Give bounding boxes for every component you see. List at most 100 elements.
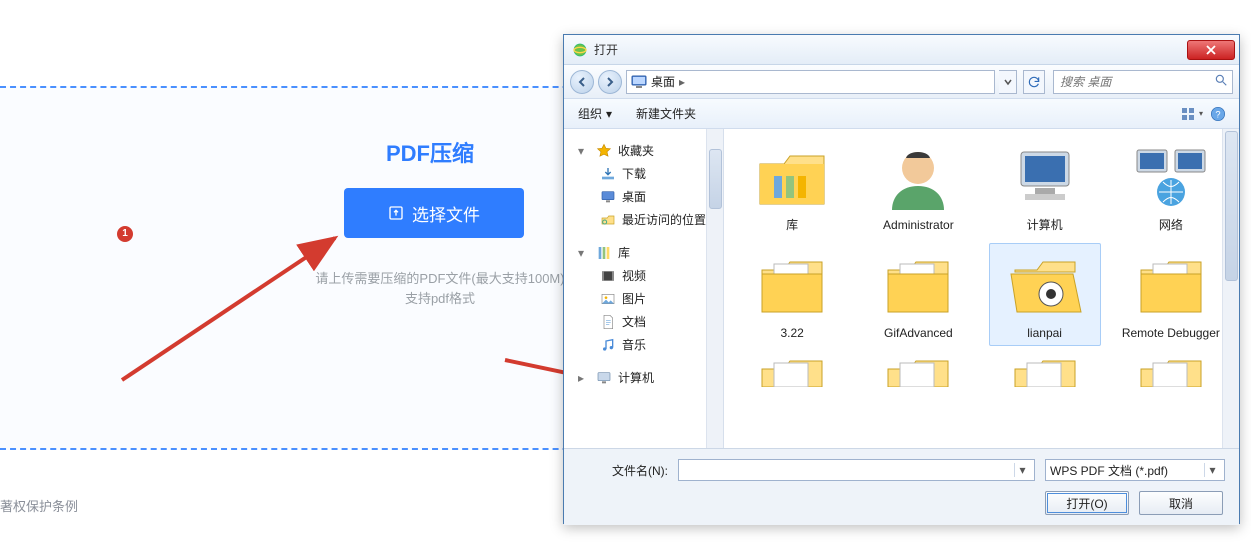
tree-group-computer[interactable]: ▸ 计算机 [564, 366, 723, 389]
file-label: 库 [739, 218, 845, 232]
nav-back-button[interactable] [570, 70, 594, 94]
dialog-toolbar: 组织 ▾ 新建文件夹 ▾ ? [564, 99, 1239, 129]
open-button[interactable]: 打开(O) [1045, 491, 1129, 515]
document-icon [600, 314, 616, 330]
chevron-down-icon: ▾ [606, 107, 612, 121]
folder-peek-icon [751, 357, 833, 387]
expand-icon: ▸ [578, 371, 588, 385]
nav-tree: ▾ 收藏夹 下载桌面最近访问的位置 ▾ 库 视频图片文档音乐 [564, 129, 724, 448]
new-folder-button[interactable]: 新建文件夹 [630, 103, 702, 124]
choose-file-button[interactable]: 选择文件 [344, 188, 524, 238]
folder-open-icon [1004, 248, 1086, 322]
folder-icon [751, 248, 833, 322]
tree-item-label: 音乐 [622, 336, 646, 353]
search-icon [1214, 73, 1228, 90]
tree-item-label: 下载 [622, 165, 646, 182]
file-item[interactable] [862, 352, 974, 396]
tree-item[interactable]: 视频 [564, 264, 723, 287]
dialog-title: 打开 [594, 41, 1187, 58]
recent-icon [600, 212, 616, 228]
desktop-icon [631, 75, 647, 89]
tree-item-label: 最近访问的位置 [622, 211, 706, 228]
user-icon [877, 140, 959, 214]
breadcrumb-location: 桌面 [651, 73, 675, 90]
organize-menu[interactable]: 组织 ▾ [572, 103, 618, 124]
file-item[interactable]: 库 [736, 135, 848, 237]
file-item[interactable]: Administrator [862, 135, 974, 237]
nav-forward-button[interactable] [598, 70, 622, 94]
chevron-down-icon[interactable]: ▾ [1014, 463, 1030, 477]
chevron-down-icon[interactable]: ▾ [1204, 463, 1220, 477]
ie-icon [572, 42, 588, 58]
file-label: Administrator [865, 218, 971, 232]
file-item[interactable]: lianpai [989, 243, 1101, 345]
chevron-right-icon: ▸ [679, 75, 685, 89]
desktop-icon [600, 189, 616, 205]
collapse-icon: ▾ [578, 144, 588, 158]
file-item[interactable]: 3.22 [736, 243, 848, 345]
network-icon [1130, 140, 1212, 214]
tree-item-label: 视频 [622, 267, 646, 284]
tree-item[interactable]: 桌面 [564, 185, 723, 208]
tree-group-library[interactable]: ▾ 库 [564, 241, 723, 264]
library-icon [751, 140, 833, 214]
filename-combobox[interactable]: ▾ [678, 459, 1035, 481]
search-box[interactable] [1053, 70, 1233, 94]
file-label: GifAdvanced [865, 326, 971, 340]
tree-item[interactable]: 文档 [564, 310, 723, 333]
dialog-body: ▾ 收藏夹 下载桌面最近访问的位置 ▾ 库 视频图片文档音乐 [564, 129, 1239, 449]
tree-group-favorites[interactable]: ▾ 收藏夹 [564, 139, 723, 162]
help-button[interactable]: ? [1205, 103, 1231, 125]
folder-icon [877, 248, 959, 322]
collapse-icon: ▾ [578, 246, 588, 260]
folder-peek-icon [877, 357, 959, 387]
file-label: 计算机 [992, 218, 1098, 232]
close-button[interactable] [1187, 40, 1235, 60]
tree-item[interactable]: 音乐 [564, 333, 723, 356]
tree-item[interactable]: 最近访问的位置 [564, 208, 723, 231]
file-item[interactable] [1115, 352, 1227, 396]
file-label: Remote Debugger [1118, 326, 1224, 340]
computer-icon [1004, 140, 1086, 214]
tree-item-label: 图片 [622, 290, 646, 307]
dialog-navbar: 桌面 ▸ [564, 65, 1239, 99]
view-mode-button[interactable]: ▾ [1179, 103, 1205, 125]
tree-scrollbar[interactable] [706, 129, 723, 448]
dialog-bottom: 文件名(N): ▾ WPS PDF 文档 (*.pdf) ▾ 打开(O) 取消 [564, 449, 1239, 525]
file-open-dialog: 打开 桌面 ▸ [563, 34, 1240, 524]
hint-text-1: 请上传需要压缩的PDF文件(最大支持100M) [290, 268, 590, 287]
tree-item-label: 文档 [622, 313, 646, 330]
file-scrollbar[interactable] [1222, 129, 1239, 448]
search-input[interactable] [1058, 74, 1214, 90]
folder-peek-icon [1130, 357, 1212, 387]
file-item[interactable]: 网络 [1115, 135, 1227, 237]
tree-item[interactable]: 图片 [564, 287, 723, 310]
file-item[interactable] [736, 352, 848, 396]
folder-peek-icon [1004, 357, 1086, 387]
filename-label: 文件名(N): [578, 462, 668, 479]
music-icon [600, 337, 616, 353]
refresh-button[interactable] [1023, 70, 1045, 94]
dialog-titlebar[interactable]: 打开 [564, 35, 1239, 65]
file-pane[interactable]: 库 Administrator 计算机 网络 3.22 GifAdvanced lianpa… [724, 129, 1239, 448]
filetype-combobox[interactable]: WPS PDF 文档 (*.pdf) ▾ [1045, 459, 1225, 481]
file-item[interactable]: GifAdvanced [862, 243, 974, 345]
choose-file-label: 选择文件 [412, 201, 480, 226]
file-label: lianpai [992, 326, 1098, 340]
breadcrumb[interactable]: 桌面 ▸ [626, 70, 995, 94]
file-label: 3.22 [739, 326, 845, 340]
file-item[interactable]: 计算机 [989, 135, 1101, 237]
folder-icon [1130, 248, 1212, 322]
video-icon [600, 268, 616, 284]
copyright-text: 著权保护条例 [0, 496, 78, 515]
cancel-button[interactable]: 取消 [1139, 491, 1223, 515]
annotation-badge-1: 1 [117, 226, 133, 242]
hint-text-2: 支持pdf格式 [290, 288, 590, 307]
file-item[interactable] [989, 352, 1101, 396]
tree-item[interactable]: 下载 [564, 162, 723, 185]
breadcrumb-dropdown[interactable] [999, 70, 1017, 94]
tree-item-label: 桌面 [622, 188, 646, 205]
page-title: PDF压缩 [350, 136, 510, 168]
file-item[interactable]: Remote Debugger [1115, 243, 1227, 345]
upload-icon [388, 205, 404, 221]
